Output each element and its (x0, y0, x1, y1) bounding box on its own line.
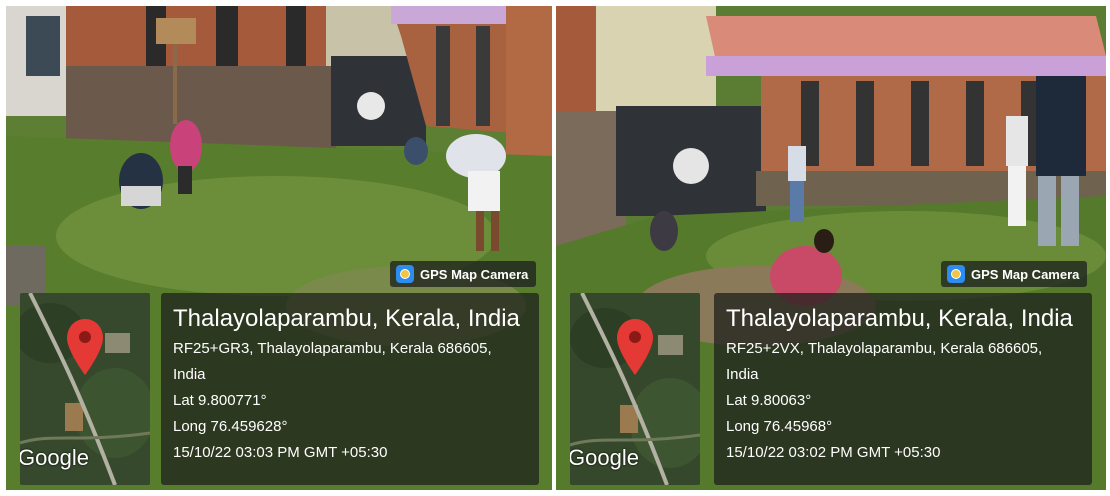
address-country: India (726, 366, 759, 383)
address-country: India (173, 366, 206, 383)
location-title: Thalayolaparambu, Kerala, India (173, 305, 520, 332)
location-title: Thalayolaparambu, Kerala, India (726, 305, 1073, 332)
gps-camera-tag: GPS Map Camera (941, 261, 1088, 287)
google-logo: Google (570, 445, 639, 470)
longitude: Long 76.459628° (173, 418, 288, 435)
location-info-box: Thalayolaparambu, Kerala, India RF25+GR3… (161, 293, 539, 485)
map-pin-icon (617, 319, 653, 375)
gps-camera-tag: GPS Map Camera (390, 261, 537, 287)
map-pin-icon (67, 319, 103, 375)
address-line: RF25+2VX, Thalayolaparambu, Kerala 68660… (726, 340, 1043, 357)
longitude: Long 76.45968° (726, 418, 833, 435)
google-logo: Google (20, 445, 89, 470)
photo-left: GPS Map Camera Google Thalayolaparambu, … (6, 6, 552, 490)
photo-right: GPS Map Camera Google Thalayolaparambu, … (556, 6, 1106, 490)
address-line: RF25+GR3, Thalayolaparambu, Kerala 68660… (173, 340, 492, 357)
latitude: Lat 9.80063° (726, 392, 812, 409)
timestamp: 15/10/22 03:02 PM GMT +05:30 (726, 444, 941, 461)
gps-camera-icon (947, 265, 965, 283)
latitude: Lat 9.800771° (173, 392, 267, 409)
gps-camera-label: GPS Map Camera (420, 266, 529, 282)
gps-camera-icon (396, 265, 414, 283)
gps-camera-label: GPS Map Camera (971, 266, 1080, 282)
map-thumbnail: Google (570, 293, 700, 485)
timestamp: 15/10/22 03:03 PM GMT +05:30 (173, 444, 388, 461)
location-info-box: Thalayolaparambu, Kerala, India RF25+2VX… (714, 293, 1092, 485)
map-thumbnail: Google (20, 293, 150, 485)
